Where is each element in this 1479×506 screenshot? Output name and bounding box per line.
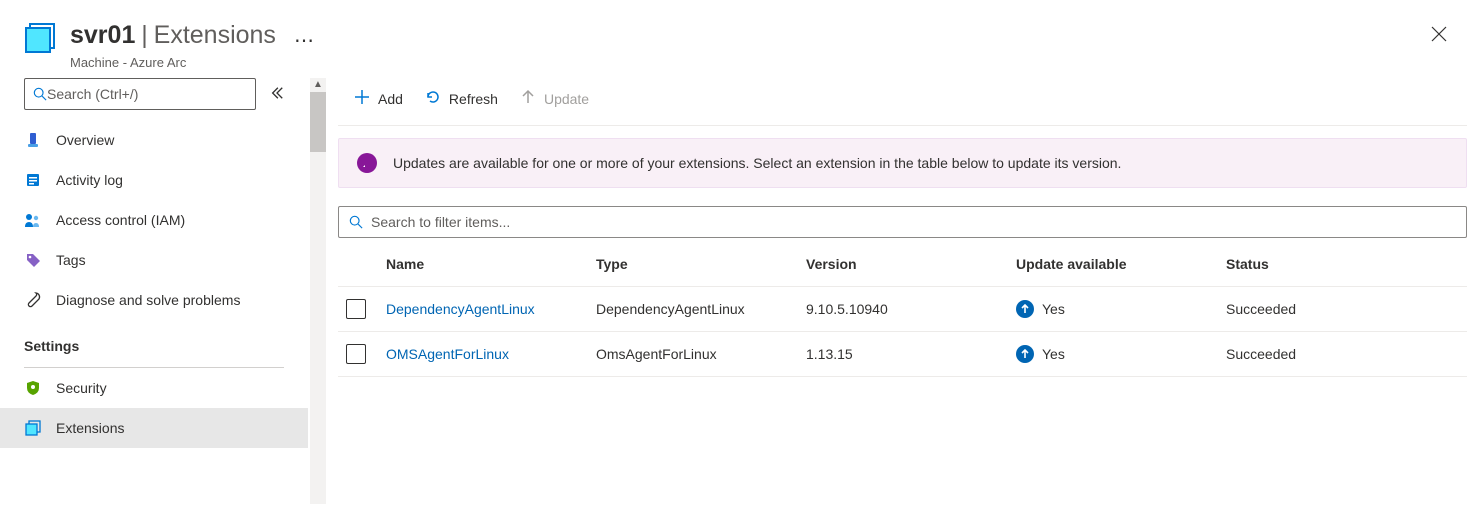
sidebar-scrollbar[interactable]: ▲ (310, 78, 326, 504)
sidebar-search-input[interactable] (47, 86, 247, 102)
sidebar-item-label: Overview (56, 132, 114, 148)
resource-subtitle: Machine - Azure Arc (70, 55, 1423, 70)
update-available-icon (1016, 345, 1034, 363)
table-header-type[interactable]: Type (588, 242, 798, 287)
extension-status: Succeeded (1218, 332, 1467, 377)
extension-name-link[interactable]: OMSAgentForLinux (386, 346, 509, 362)
extension-version: 1.13.15 (798, 332, 1008, 377)
search-icon (33, 87, 47, 101)
table-header-status[interactable]: Status (1218, 242, 1467, 287)
toolbar-label: Refresh (449, 91, 498, 107)
sidebar-item-extensions[interactable]: Extensions (0, 408, 308, 448)
close-button[interactable] (1423, 18, 1455, 53)
extension-version: 9.10.5.10940 (798, 287, 1008, 332)
sidebar-item-overview[interactable]: Overview (0, 120, 308, 160)
main-content: Add Refresh Update Updates are available… (326, 78, 1479, 504)
update-available-text: Yes (1042, 346, 1065, 362)
sidebar-item-diagnose[interactable]: Diagnose and solve problems (0, 280, 308, 320)
notification-text: Updates are available for one or more of… (393, 155, 1121, 171)
sidebar-item-access-control[interactable]: Access control (IAM) (0, 200, 308, 240)
notification-banner: Updates are available for one or more of… (338, 138, 1467, 188)
sidebar-search[interactable] (24, 78, 256, 110)
search-icon (349, 215, 363, 229)
shield-icon (24, 379, 42, 397)
resource-icon (24, 22, 56, 54)
wrench-icon (24, 291, 42, 309)
add-button[interactable]: Add (354, 89, 403, 108)
toolbar-label: Update (544, 91, 589, 107)
sidebar-item-activity-log[interactable]: Activity log (0, 160, 308, 200)
filter-input[interactable] (371, 214, 1456, 230)
extension-status: Succeeded (1218, 287, 1467, 332)
refresh-icon (425, 89, 441, 108)
toolbar: Add Refresh Update (338, 78, 1467, 126)
table-header-update[interactable]: Update available (1008, 242, 1218, 287)
update-available-text: Yes (1042, 301, 1065, 317)
collapse-sidebar-button[interactable] (266, 82, 288, 107)
extension-type: DependencyAgentLinux (588, 287, 798, 332)
server-icon (24, 131, 42, 149)
tag-icon (24, 251, 42, 269)
sidebar-group-settings: Settings (0, 320, 308, 365)
page-title: svr01 | Extensions (70, 21, 276, 50)
page-header: svr01 | Extensions ⋯ Machine - Azure Arc (0, 0, 1479, 78)
plus-icon (354, 89, 370, 108)
sidebar-item-label: Access control (IAM) (56, 212, 185, 228)
extensions-table: Name Type Version Update available Statu… (338, 242, 1467, 377)
people-icon (24, 211, 42, 229)
sidebar-item-label: Activity log (56, 172, 123, 188)
extensions-icon (24, 419, 42, 437)
extension-type: OmsAgentForLinux (588, 332, 798, 377)
table-row[interactable]: OMSAgentForLinux OmsAgentForLinux 1.13.1… (338, 332, 1467, 377)
row-checkbox[interactable] (346, 299, 366, 319)
update-available-icon (1016, 300, 1034, 318)
table-header-name[interactable]: Name (378, 242, 588, 287)
sidebar-item-label: Security (56, 380, 107, 396)
arrow-up-icon (520, 89, 536, 108)
extension-name-link[interactable]: DependencyAgentLinux (386, 301, 535, 317)
sidebar-item-label: Tags (56, 252, 86, 268)
sidebar-item-label: Diagnose and solve problems (56, 292, 240, 308)
sidebar-item-label: Extensions (56, 420, 124, 436)
more-actions-button[interactable]: ⋯ (294, 28, 315, 53)
sidebar-item-security[interactable]: Security (0, 368, 308, 408)
sidebar-item-tags[interactable]: Tags (0, 240, 308, 280)
log-icon (24, 171, 42, 189)
refresh-button[interactable]: Refresh (425, 89, 498, 108)
update-button: Update (520, 89, 589, 108)
rocket-icon (357, 153, 377, 173)
row-checkbox[interactable] (346, 344, 366, 364)
filter-box[interactable] (338, 206, 1467, 238)
sidebar: Overview Activity log Access control (IA… (0, 78, 326, 504)
table-row[interactable]: DependencyAgentLinux DependencyAgentLinu… (338, 287, 1467, 332)
table-header-version[interactable]: Version (798, 242, 1008, 287)
toolbar-label: Add (378, 91, 403, 107)
